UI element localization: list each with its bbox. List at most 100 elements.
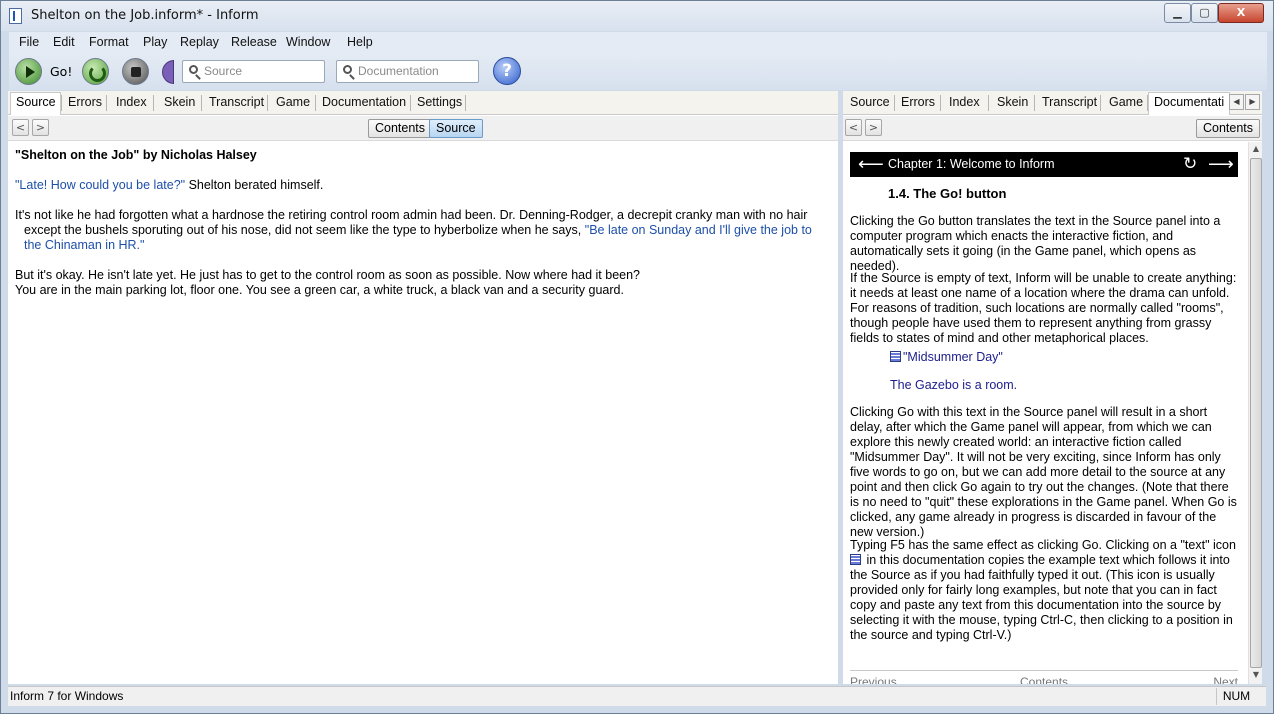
scroll-up-icon[interactable]: ▲ xyxy=(1250,144,1262,156)
tab-source[interactable]: Source xyxy=(16,95,56,109)
tab-separator xyxy=(1034,95,1035,111)
tab-separator xyxy=(465,95,466,111)
tab-index[interactable]: Index xyxy=(949,95,980,109)
stop-icon[interactable] xyxy=(122,58,149,85)
app-icon xyxy=(9,8,22,24)
tab-documentation[interactable]: Documentation xyxy=(322,95,406,109)
tab-separator xyxy=(315,95,316,111)
replay-icon[interactable] xyxy=(82,58,109,85)
source-text: You are in the main parking lot, floor o… xyxy=(15,283,624,297)
section-heading: 1.4. The Go! button xyxy=(888,186,1007,201)
doc-paragraph: Typing F5 has the same effect as clickin… xyxy=(850,538,1240,643)
toolbar: Go! ? xyxy=(9,54,1267,90)
contents-view-button[interactable]: Contents xyxy=(368,119,433,138)
tab-separator xyxy=(153,95,154,111)
source-search-box[interactable] xyxy=(182,60,325,83)
maximize-button[interactable]: ▢ xyxy=(1191,3,1218,23)
left-tabstrip: Source Errors Index Skein Transcript Gam… xyxy=(8,91,838,115)
tab-separator xyxy=(106,95,107,111)
menu-window[interactable]: Window xyxy=(286,35,330,49)
source-quote: "Late! How could you be late?" xyxy=(15,178,186,192)
go-button[interactable] xyxy=(15,58,42,85)
tab-errors[interactable]: Errors xyxy=(901,95,935,109)
title-bar: Shelton on the Job.inform* - Inform ▁ ▢ … xyxy=(1,1,1273,31)
status-text: Inform 7 for Windows xyxy=(10,689,124,703)
previous-link[interactable]: Previous xyxy=(850,675,897,684)
tab-scroll-left-icon[interactable]: ◀ xyxy=(1229,94,1244,110)
back-button[interactable]: < xyxy=(12,119,29,136)
menu-format[interactable]: Format xyxy=(89,35,129,49)
story-title: "Shelton on the Job" by Nicholas Halsey xyxy=(15,148,257,162)
search-icon xyxy=(343,65,352,74)
menu-bar: File Edit Format Play Replay Release Win… xyxy=(9,32,1267,54)
go-label[interactable]: Go! xyxy=(50,64,72,79)
tab-index[interactable]: Index xyxy=(116,95,147,109)
chapter-bar: ⟵ Chapter 1: Welcome to Inform ↻ ⟶ xyxy=(850,152,1238,177)
text-example-icon[interactable] xyxy=(890,351,901,362)
doc-text: Typing F5 has the same effect as clickin… xyxy=(850,538,1236,552)
forward-button[interactable]: > xyxy=(32,119,49,136)
tab-separator xyxy=(61,95,62,111)
example-title: "Midsummer Day" xyxy=(890,350,1003,365)
example-code: The Gazebo is a room. xyxy=(890,378,1018,392)
tab-separator xyxy=(1100,95,1101,111)
release-icon[interactable] xyxy=(162,60,174,84)
tab-game[interactable]: Game xyxy=(276,95,310,109)
doc-footer: Previous Contents Next xyxy=(850,670,1238,684)
text-example-icon xyxy=(850,554,861,565)
contents-link[interactable]: Contents xyxy=(1020,675,1068,684)
tab-errors[interactable]: Errors xyxy=(68,95,102,109)
documentation-search-box[interactable] xyxy=(336,60,479,83)
menu-help[interactable]: Help xyxy=(347,35,373,49)
tab-settings[interactable]: Settings xyxy=(417,95,462,109)
close-button[interactable]: X xyxy=(1218,3,1264,23)
minimize-button[interactable]: ▁ xyxy=(1164,3,1191,23)
help-icon[interactable]: ? xyxy=(493,57,521,85)
window-title: Shelton on the Job.inform* - Inform xyxy=(31,8,259,23)
right-tabstrip: Source Errors Index Skein Transcript Gam… xyxy=(843,91,1262,115)
tab-skein[interactable]: Skein xyxy=(164,95,195,109)
source-paragraph: But it's okay. He isn't late yet. He jus… xyxy=(15,268,831,298)
previous-chapter-icon[interactable]: ⟵ xyxy=(858,155,884,173)
doc-paragraph: If the Source is empty of text, Inform w… xyxy=(850,271,1237,345)
scroll-down-icon[interactable]: ▼ xyxy=(1250,670,1262,682)
tab-documentation[interactable]: Documentati xyxy=(1154,95,1230,109)
contents-button[interactable]: Contents xyxy=(1196,119,1261,138)
tab-scroll-right-icon[interactable]: ▶ xyxy=(1245,94,1260,110)
back-button[interactable]: < xyxy=(845,119,862,136)
reload-icon[interactable]: ↻ xyxy=(1183,155,1197,173)
menu-release[interactable]: Release xyxy=(231,35,277,49)
right-navbar: < > Contents xyxy=(843,116,1262,141)
doc-paragraph: Clicking the Go button translates the te… xyxy=(850,214,1221,273)
source-view-button[interactable]: Source xyxy=(429,119,483,138)
menu-edit[interactable]: Edit xyxy=(53,35,75,49)
source-paragraph: It's not like he had forgotten what a ha… xyxy=(15,208,831,253)
scroll-thumb[interactable] xyxy=(1250,158,1262,668)
source-editor[interactable]: "Shelton on the Job" by Nicholas Halsey … xyxy=(8,142,838,684)
doc-text: in this documentation copies the example… xyxy=(850,553,1233,642)
tab-transcript[interactable]: Transcript xyxy=(1042,95,1097,109)
next-link[interactable]: Next xyxy=(1213,675,1238,684)
search-icon xyxy=(189,65,198,74)
tab-separator xyxy=(940,95,941,111)
num-lock-indicator: NUM xyxy=(1216,688,1256,705)
doc-scrollbar[interactable]: ▲ ▼ xyxy=(1248,142,1262,684)
tab-skein[interactable]: Skein xyxy=(997,95,1028,109)
documentation-search-input[interactable] xyxy=(358,64,478,78)
tab-source[interactable]: Source xyxy=(850,95,890,109)
tab-separator xyxy=(988,95,989,111)
menu-play[interactable]: Play xyxy=(143,35,167,49)
source-text: But it's okay. He isn't late yet. He jus… xyxy=(15,268,641,282)
menu-file[interactable]: File xyxy=(19,35,39,49)
tab-separator xyxy=(267,95,268,111)
forward-button[interactable]: > xyxy=(865,119,882,136)
source-search-input[interactable] xyxy=(204,64,324,78)
tab-transcript[interactable]: Transcript xyxy=(209,95,264,109)
tab-game[interactable]: Game xyxy=(1109,95,1143,109)
tab-separator xyxy=(201,95,202,111)
doc-paragraph: Clicking Go with this text in the Source… xyxy=(850,405,1237,539)
next-chapter-icon[interactable]: ⟶ xyxy=(1208,155,1234,173)
tab-separator xyxy=(894,95,895,111)
menu-replay[interactable]: Replay xyxy=(180,35,219,49)
source-text: Shelton berated himself. xyxy=(185,178,324,192)
